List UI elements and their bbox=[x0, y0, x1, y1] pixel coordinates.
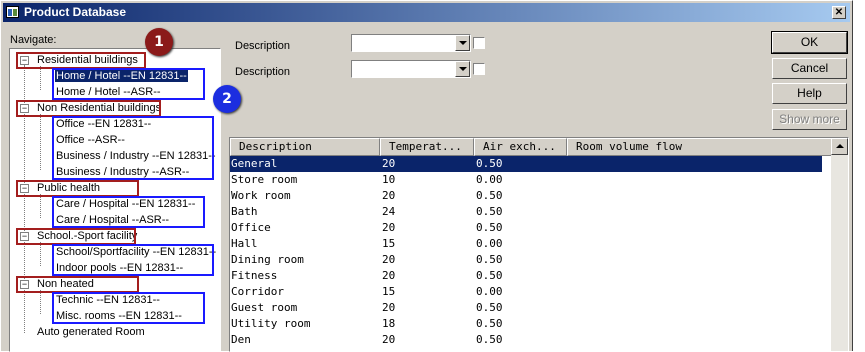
product-database-window: Product Database ✕ Navigate: − Residenti… bbox=[0, 0, 853, 352]
table-cell: 0.50 bbox=[476, 157, 503, 170]
column-header-description[interactable]: Description bbox=[230, 138, 380, 156]
annotation-box-items bbox=[52, 68, 205, 100]
annotation-box-items bbox=[52, 196, 205, 228]
table-cell: 10 bbox=[382, 173, 396, 186]
table-cell: 0.00 bbox=[476, 173, 503, 186]
tree-item-auto-generated[interactable]: Auto generated Room bbox=[37, 325, 145, 340]
table-cell: Den bbox=[231, 333, 251, 346]
table-cell: 20 bbox=[382, 253, 396, 266]
show-more-button: Show more bbox=[772, 109, 847, 130]
table-cell: 0.50 bbox=[476, 317, 503, 330]
table-cell: 15 bbox=[382, 237, 396, 250]
tree-connector bbox=[40, 242, 41, 266]
table-row[interactable]: Fitness 20 0.50 bbox=[230, 268, 822, 284]
annotation-box-group bbox=[16, 100, 161, 117]
table-cell: 24 bbox=[382, 205, 396, 218]
table-row[interactable]: Dining room 20 0.50 bbox=[230, 252, 822, 268]
table-cell: Store room bbox=[231, 173, 298, 186]
table-cell: 0.50 bbox=[476, 269, 503, 282]
annotation-box-items bbox=[52, 116, 214, 180]
table-cell: 20 bbox=[382, 301, 396, 314]
tree-connector bbox=[40, 194, 41, 218]
table-cell: 0.50 bbox=[476, 253, 503, 266]
description-label: Description bbox=[235, 40, 291, 52]
description-checkbox[interactable] bbox=[473, 37, 485, 49]
table-cell: 15 bbox=[382, 285, 396, 298]
annotation-box-group bbox=[16, 180, 139, 197]
navigate-label: Navigate: bbox=[10, 34, 57, 46]
table-row[interactable]: Office 20 0.50 bbox=[230, 220, 822, 236]
table-cell: Fitness bbox=[231, 269, 278, 282]
dropdown-arrow-icon[interactable] bbox=[455, 61, 470, 77]
table-cell: 20 bbox=[382, 269, 396, 282]
column-header-air-exchange[interactable]: Air exch... bbox=[474, 138, 567, 156]
column-header-temperature[interactable]: Temperat... bbox=[380, 138, 474, 156]
column-header-room-volume-flow[interactable]: Room volume flow bbox=[567, 138, 832, 156]
tree-item-label: Auto generated Room bbox=[37, 326, 145, 338]
annotation-box-group bbox=[16, 52, 146, 69]
ok-button[interactable]: OK bbox=[771, 31, 848, 54]
help-button[interactable]: Help bbox=[772, 83, 847, 104]
dropdown-arrow-icon[interactable] bbox=[455, 35, 470, 51]
app-icon bbox=[6, 6, 19, 18]
table-cell: 0.50 bbox=[476, 189, 503, 202]
tree-connector bbox=[40, 290, 41, 314]
description-combo[interactable] bbox=[351, 34, 471, 52]
title-bar[interactable]: Product Database ✕ bbox=[3, 3, 850, 22]
table-cell: Bath bbox=[231, 205, 258, 218]
annotation-box-items bbox=[52, 292, 205, 324]
description-label: Description bbox=[235, 66, 291, 78]
table-row[interactable]: Utility room 18 0.50 bbox=[230, 316, 822, 332]
table-cell: Utility room bbox=[231, 317, 311, 330]
table-cell: Work room bbox=[231, 189, 291, 202]
tree-connector bbox=[40, 114, 41, 170]
annotation-box-group bbox=[16, 228, 136, 245]
table-cell: Dining room bbox=[231, 253, 304, 266]
table-cell: 0.50 bbox=[476, 301, 503, 314]
table-row[interactable]: Bath 24 0.50 bbox=[230, 204, 822, 220]
window-title: Product Database bbox=[24, 5, 127, 19]
room-table[interactable]: Description Temperat... Air exch... Room… bbox=[229, 137, 849, 352]
table-cell: 20 bbox=[382, 157, 396, 170]
table-row[interactable]: Guest room 20 0.50 bbox=[230, 300, 822, 316]
table-row[interactable]: Den 20 0.50 bbox=[230, 332, 822, 348]
close-icon: ✕ bbox=[834, 7, 844, 18]
table-cell: General bbox=[231, 157, 278, 170]
table-row[interactable]: Hall 15 0.00 bbox=[230, 236, 822, 252]
description-checkbox[interactable] bbox=[473, 63, 485, 75]
annotation-badge-1: 1 bbox=[145, 28, 173, 56]
tree-connector bbox=[40, 66, 41, 90]
cancel-button[interactable]: Cancel bbox=[772, 58, 847, 79]
table-cell: 0.00 bbox=[476, 237, 503, 250]
table-cell: 20 bbox=[382, 221, 396, 234]
table-cell: Office bbox=[231, 221, 271, 234]
table-cell: Corridor bbox=[231, 285, 284, 298]
table-cell: 0.50 bbox=[476, 333, 503, 346]
annotation-badge-2: 2 bbox=[213, 85, 241, 113]
table-cell: 0.50 bbox=[476, 205, 503, 218]
scroll-up-icon[interactable] bbox=[831, 138, 848, 155]
close-button[interactable]: ✕ bbox=[832, 6, 846, 19]
table-cell: 20 bbox=[382, 189, 396, 202]
table-cell: Guest room bbox=[231, 301, 298, 314]
table-row[interactable]: Store room 10 0.00 bbox=[230, 172, 822, 188]
table-cell: 18 bbox=[382, 317, 396, 330]
table-cell: 20 bbox=[382, 333, 396, 346]
table-row[interactable]: General 20 0.50 bbox=[230, 156, 822, 172]
table-row[interactable]: Work room 20 0.50 bbox=[230, 188, 822, 204]
annotation-box-items bbox=[52, 244, 214, 276]
table-row[interactable]: Corridor 15 0.00 bbox=[230, 284, 822, 300]
annotation-box-group bbox=[16, 276, 139, 293]
vertical-scrollbar[interactable] bbox=[831, 138, 848, 351]
table-cell: 0.50 bbox=[476, 221, 503, 234]
table-cell: Hall bbox=[231, 237, 258, 250]
table-cell: 0.00 bbox=[476, 285, 503, 298]
description-combo[interactable] bbox=[351, 60, 471, 78]
